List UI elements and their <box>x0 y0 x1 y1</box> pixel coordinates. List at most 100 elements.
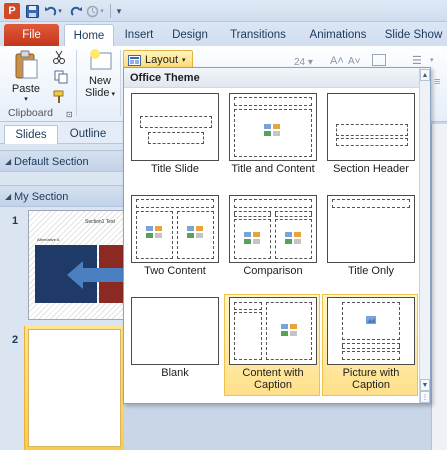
customize-qat-icon[interactable]: ▾ <box>114 3 124 19</box>
ribbon-separator <box>120 50 121 116</box>
cut-button[interactable] <box>50 50 68 67</box>
layout-picture-with-caption[interactable]: Picture with Caption <box>322 294 418 396</box>
layout-title-and-content[interactable]: Title and Content <box>224 90 320 192</box>
resize-grip-icon[interactable]: ⋮ <box>420 391 430 403</box>
layout-thumbnail <box>327 195 415 263</box>
layout-two-content[interactable]: Two Content <box>126 192 222 294</box>
gallery-scrollbar[interactable]: ▲ ▼ ⋮ <box>419 68 430 403</box>
grow-font-icon[interactable]: A˄ <box>330 55 344 67</box>
collapse-icon[interactable]: ◢ <box>5 186 11 208</box>
tab-transitions[interactable]: Transitions <box>222 24 294 46</box>
layout-caption: Two Content <box>144 265 206 277</box>
save-icon[interactable] <box>24 3 40 19</box>
tab-design[interactable]: Design <box>164 24 216 46</box>
slide-label-text: Alternative A <box>37 237 60 242</box>
bullets-dropdown-icon[interactable]: ▾ <box>430 56 434 64</box>
repeat-dropdown-icon[interactable]: ▾ <box>98 3 106 19</box>
layout-thumbnail <box>229 93 317 161</box>
layout-thumbnail <box>327 297 415 365</box>
title-placeholder <box>140 116 212 128</box>
ribbon-separator <box>76 50 77 116</box>
tab-outline[interactable]: Outline <box>62 125 114 144</box>
layout-thumbnail <box>229 297 317 365</box>
title-placeholder <box>234 199 312 208</box>
format-painter-button[interactable] <box>50 90 68 107</box>
layout-dropdown-icon: ▾ <box>182 57 186 64</box>
subtitle-placeholder <box>148 132 204 144</box>
layout-title-only[interactable]: Title Only <box>322 192 418 294</box>
new-slide-label-2: Slide <box>85 87 110 99</box>
paste-button[interactable]: Paste ▾ <box>6 50 46 103</box>
slide-thumbnail-2 <box>28 329 121 447</box>
layout-thumbnail <box>131 195 219 263</box>
layout-caption: Picture with Caption <box>342 367 400 391</box>
picture-icon <box>366 316 376 324</box>
slide-title-text: Section1 Text <box>85 219 115 225</box>
layout-content-with-caption[interactable]: Content with Caption <box>224 294 320 396</box>
title-placeholder <box>342 343 400 349</box>
content-icons-icon <box>285 232 301 244</box>
content-icons-icon <box>146 226 162 238</box>
layout-blank[interactable]: Blank <box>126 294 222 396</box>
left-heading-placeholder <box>234 211 271 217</box>
undo-dropdown-icon[interactable]: ▾ <box>56 3 64 19</box>
text-placeholder <box>234 312 262 360</box>
slide-thumbnail-2-selected[interactable] <box>24 326 124 450</box>
gallery-header: Office Theme <box>124 68 420 88</box>
section-my-section[interactable]: ◢ My Section <box>0 185 124 207</box>
title-placeholder <box>234 302 262 310</box>
section-label: My Section <box>14 191 69 203</box>
align-icon[interactable]: ≡ <box>434 76 440 88</box>
powerpoint-logo[interactable]: P <box>4 3 20 19</box>
scroll-down-icon[interactable]: ▼ <box>420 379 430 391</box>
tab-home[interactable]: Home <box>64 24 114 46</box>
new-slide-dropdown-icon: ▾ <box>109 91 115 98</box>
cut-icon <box>53 50 65 64</box>
ribbon-tabs: File Home Insert Design Transitions Anim… <box>0 22 447 46</box>
slide-thumbnail-1[interactable]: Section1 Text Alternative A <box>28 210 124 320</box>
collapse-icon[interactable]: ◢ <box>5 151 11 173</box>
tab-slide-show[interactable]: Slide Show <box>380 24 447 46</box>
clipboard-launcher-icon[interactable]: ⊡ <box>66 110 73 119</box>
qat-separator <box>110 4 111 18</box>
new-slide-icon <box>90 49 112 70</box>
new-slide-button[interactable]: New Slide ▾ <box>80 48 120 99</box>
pane-tabs: Slides Outline <box>0 122 124 144</box>
layout-comparison[interactable]: Comparison <box>224 192 320 294</box>
content-icons-icon <box>187 226 203 238</box>
right-heading-placeholder <box>275 211 312 217</box>
bullets-icon[interactable]: ☰ <box>412 54 422 67</box>
layout-thumbnail <box>327 93 415 161</box>
layout-caption: Comparison <box>243 265 303 277</box>
scroll-up-icon[interactable]: ▲ <box>420 69 430 81</box>
content-icons-icon <box>281 324 297 336</box>
section-default[interactable]: ◢ Default Section <box>0 150 124 172</box>
title-placeholder <box>234 97 312 106</box>
content-icons-icon <box>244 232 260 244</box>
tab-slides[interactable]: Slides <box>4 125 58 144</box>
redo-icon[interactable] <box>68 3 84 19</box>
tab-file[interactable]: File <box>4 24 59 46</box>
copy-icon <box>54 70 68 84</box>
quick-access-toolbar: P ▾ ▾ ▾ <box>0 0 447 22</box>
layout-caption: Content with Caption <box>242 367 304 391</box>
layout-icon <box>128 54 141 66</box>
clear-formatting-icon[interactable] <box>372 54 386 66</box>
layout-caption: Title Slide <box>151 163 199 175</box>
format-painter-icon <box>53 90 64 103</box>
tab-insert[interactable]: Insert <box>118 24 160 46</box>
content-icons-icon <box>264 124 280 136</box>
layout-caption: Title and Content <box>231 163 315 175</box>
section-label: Default Section <box>14 156 89 168</box>
text-placeholder <box>342 351 400 360</box>
paste-dropdown-icon: ▾ <box>24 96 28 103</box>
tab-animations[interactable]: Animations <box>300 24 376 46</box>
shrink-font-icon[interactable]: A˅ <box>348 56 361 67</box>
layout-title-slide[interactable]: Title Slide <box>126 90 222 192</box>
layout-caption: Title Only <box>347 265 395 277</box>
slide-number: 1 <box>12 215 19 227</box>
layout-section-header[interactable]: Section Header <box>322 90 418 192</box>
copy-button[interactable] <box>50 70 72 87</box>
title-placeholder <box>136 199 214 208</box>
clipboard-group-label: Clipboard <box>8 107 53 119</box>
